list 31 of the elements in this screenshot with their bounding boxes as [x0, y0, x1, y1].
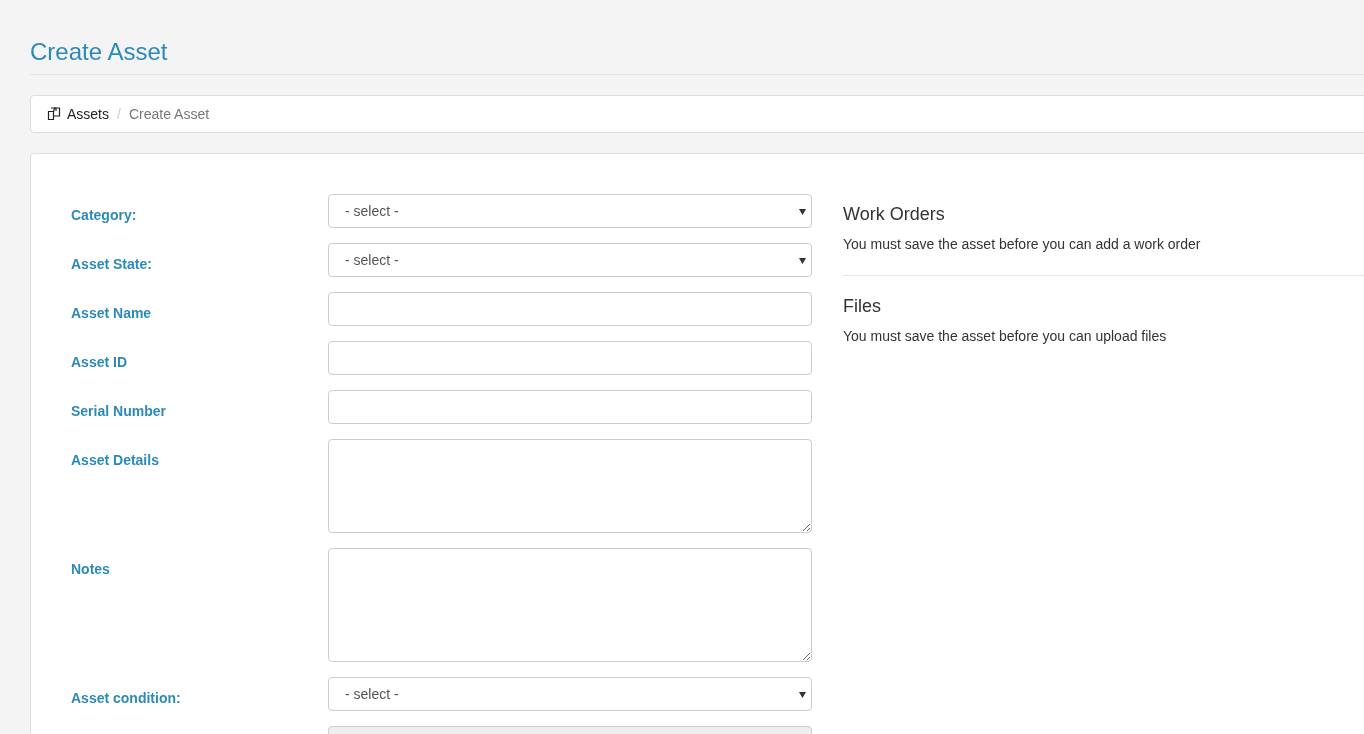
select-field[interactable]: - select -	[328, 194, 812, 228]
select-value: - select -	[345, 684, 399, 704]
field-label: Serial Number	[71, 403, 166, 419]
input-field[interactable]	[328, 292, 812, 326]
select-value: - select -	[345, 250, 399, 270]
page-title: Create Asset	[30, 36, 1364, 75]
caret-icon	[799, 208, 806, 215]
field-label: Asset Name	[71, 305, 152, 321]
field-label: Asset condition:	[71, 690, 181, 706]
field-label: Asset ID	[71, 354, 128, 370]
field-label: Asset Details	[71, 452, 159, 468]
input-field[interactable]	[328, 341, 812, 375]
caret-icon	[799, 257, 806, 264]
caret-icon	[799, 691, 806, 698]
select-field[interactable]: - select -	[328, 677, 812, 711]
select-field[interactable]: - select -	[328, 243, 812, 277]
field-label: Notes	[71, 561, 110, 577]
text-area[interactable]	[328, 439, 812, 533]
breadcrumb-current: Create Asset	[128, 104, 210, 124]
select-value: - select -	[345, 201, 399, 221]
input-field[interactable]	[328, 390, 812, 424]
field-label: Asset State:	[71, 256, 152, 272]
breadcrumb-separator: /	[117, 104, 121, 124]
breadcrumb-link[interactable]: Assets	[67, 103, 109, 125]
text-area[interactable]	[328, 548, 812, 662]
copy-icon	[47, 107, 61, 121]
section-text: You must save the asset before you can add a work order	[843, 235, 1202, 254]
section-heading: Work Orders	[843, 203, 946, 226]
section-text: You must save the asset before you can upload files	[843, 327, 1168, 346]
field-label: Category:	[71, 207, 137, 223]
section-heading: Files	[843, 295, 882, 318]
